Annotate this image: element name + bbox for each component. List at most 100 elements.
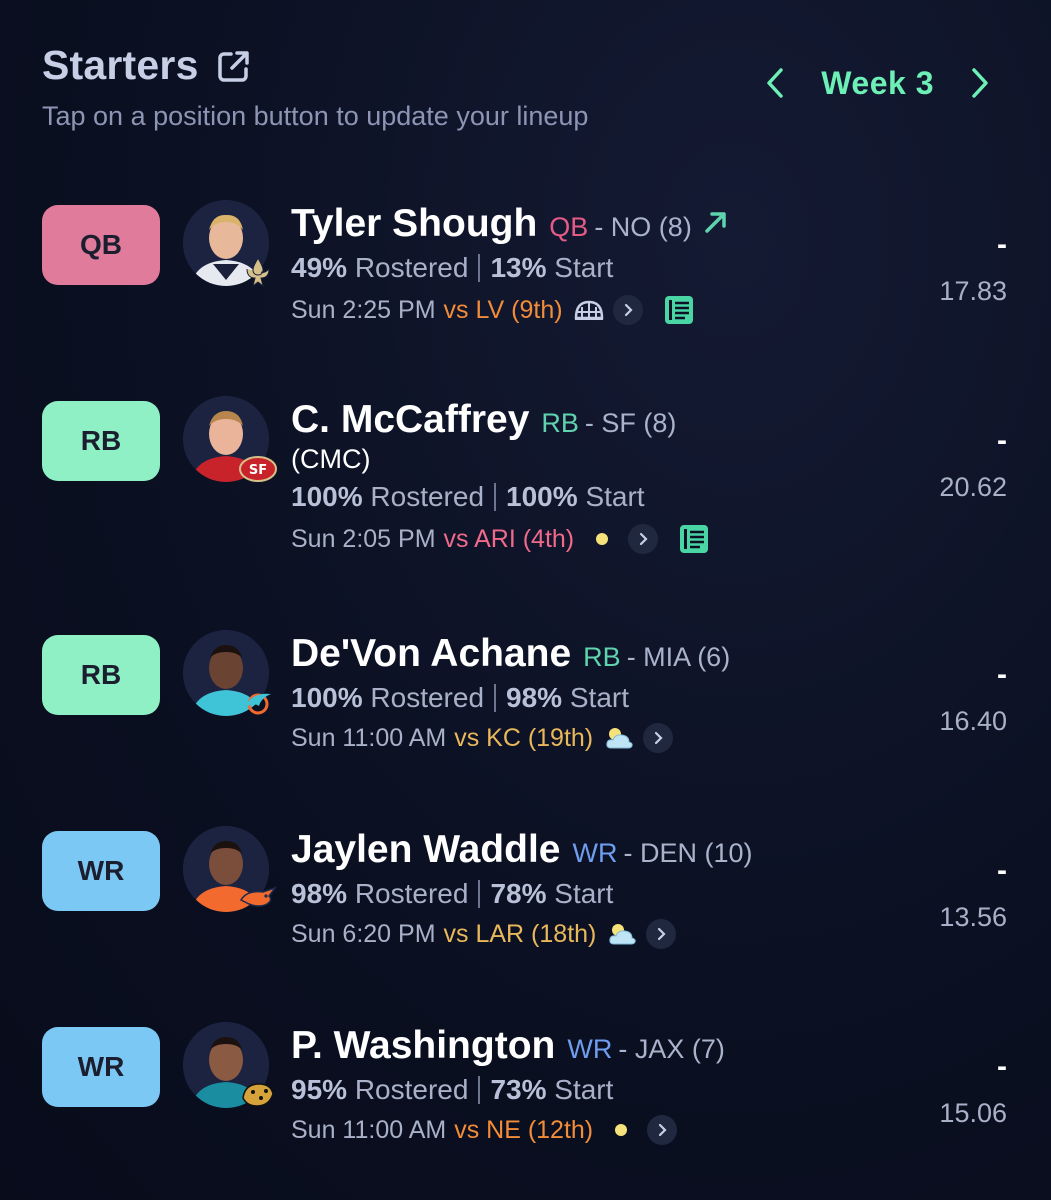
- rostered-label: Rostered: [370, 481, 485, 512]
- game-info: Sun 11:00 AM vs KC (19th): [291, 722, 730, 754]
- chevron-right-icon[interactable]: [964, 64, 994, 102]
- cloud-sun-icon: [603, 722, 635, 754]
- sun-icon: [588, 523, 620, 555]
- projected-points: 15.06: [939, 1098, 1007, 1128]
- roster-stats: 100% Rostered 98% Start: [291, 682, 730, 714]
- svg-text:SF: SF: [249, 463, 267, 478]
- game-info: Sun 6:20 PM vs LAR (18th): [291, 918, 752, 950]
- start-label: Start: [554, 252, 614, 283]
- roster-stats: 98% Rostered 78% Start: [291, 878, 752, 910]
- projected-points: 20.62: [939, 472, 1007, 502]
- rostered-pct: 100%: [291, 481, 363, 512]
- actual-points: -: [997, 424, 1007, 457]
- opponent-matchup: vs NE (12th): [454, 1115, 594, 1144]
- sun-icon: [607, 1114, 639, 1146]
- avatar: [183, 826, 277, 912]
- page-subtitle: Tap on a position button to update your …: [42, 101, 589, 131]
- position-button-rb[interactable]: RB: [42, 401, 160, 481]
- game-details-chevron-icon[interactable]: [647, 1115, 678, 1145]
- game-details-chevron-icon[interactable]: [646, 919, 677, 949]
- rostered-label: Rostered: [354, 1074, 469, 1105]
- player-position-tag: QB: [549, 212, 589, 242]
- opponent-matchup: vs LV (9th): [443, 295, 563, 324]
- start-pct: 78%: [490, 878, 547, 909]
- player-team: - NO (8): [594, 212, 692, 242]
- player-info: Jaylen Waddle WR - DEN (10) 98% Rostered…: [291, 828, 752, 950]
- player-name[interactable]: Tyler Shough: [291, 202, 537, 246]
- week-navigator: Week 3: [761, 64, 994, 102]
- player-position-tag: WR: [572, 838, 618, 868]
- player-team: - DEN (10): [623, 838, 753, 868]
- player-position-tag: WR: [567, 1034, 613, 1064]
- divider: [494, 684, 497, 712]
- chevron-left-icon[interactable]: [761, 64, 791, 102]
- projection: - 15.06: [939, 1050, 1007, 1129]
- player-name[interactable]: P. Washington: [291, 1024, 555, 1068]
- avatar: [183, 200, 270, 288]
- divider: [478, 1076, 481, 1104]
- rostered-pct: 100%: [291, 682, 363, 713]
- game-time: Sun 11:00 AM: [291, 1115, 447, 1144]
- start-label: Start: [569, 682, 629, 713]
- player-name[interactable]: C. McCaffrey: [291, 398, 529, 442]
- rostered-label: Rostered: [354, 878, 469, 909]
- game-info: Sun 2:25 PM vs LV (9th): [291, 292, 730, 328]
- dolphins-logo-icon: [244, 693, 271, 715]
- start-pct: 73%: [490, 1074, 547, 1105]
- game-time: Sun 11:00 AM: [291, 723, 447, 752]
- starters-header: Starters Tap on a position button to upd…: [42, 42, 1022, 142]
- position-button-wr[interactable]: WR: [42, 1027, 160, 1107]
- player-info: C. McCaffrey RB - SF (8) (CMC) 100% Rost…: [291, 398, 712, 557]
- player-info: De'Von Achane RB - MIA (6) 100% Rostered…: [291, 632, 730, 754]
- share-icon[interactable]: [215, 47, 253, 85]
- rostered-pct: 49%: [291, 252, 348, 283]
- week-label: Week 3: [821, 64, 934, 101]
- cloud-sun-icon: [606, 918, 638, 950]
- avatar: [183, 1022, 274, 1108]
- game-details-chevron-icon[interactable]: [612, 295, 643, 325]
- actual-points: -: [997, 658, 1007, 691]
- start-pct: 98%: [506, 682, 563, 713]
- page-title: Starters: [42, 42, 199, 88]
- player-name[interactable]: Jaylen Waddle: [291, 828, 560, 872]
- game-info: Sun 2:05 PM vs ARI (4th): [291, 521, 712, 557]
- player-info: P. Washington WR - JAX (7) 95% Rostered 7…: [291, 1024, 725, 1146]
- game-time: Sun 2:05 PM: [291, 524, 436, 553]
- divider: [478, 880, 481, 908]
- projected-points: 17.83: [939, 276, 1007, 306]
- rostered-pct: 98%: [291, 878, 348, 909]
- projection: - 17.83: [939, 228, 1007, 307]
- position-button-wr[interactable]: WR: [42, 831, 160, 911]
- game-time: Sun 6:20 PM: [291, 919, 436, 948]
- news-icon[interactable]: [676, 521, 712, 557]
- opponent-matchup: vs LAR (18th): [443, 919, 597, 948]
- player-name[interactable]: De'Von Achane: [291, 632, 571, 676]
- projection: - 20.62: [939, 424, 1007, 503]
- actual-points: -: [997, 854, 1007, 887]
- divider: [478, 254, 481, 282]
- trending-up-icon: [702, 208, 730, 236]
- player-nickname: (CMC): [291, 444, 371, 474]
- position-button-qb[interactable]: QB: [42, 205, 160, 285]
- start-label: Start: [554, 878, 614, 909]
- player-team: - JAX (7): [618, 1034, 725, 1064]
- roster-stats: 100% Rostered 100% Start: [291, 481, 712, 513]
- actual-points: -: [997, 228, 1007, 261]
- projection: - 13.56: [939, 854, 1007, 933]
- rostered-label: Rostered: [354, 252, 469, 283]
- opponent-matchup: vs KC (19th): [454, 723, 594, 752]
- broncos-logo-icon: [239, 886, 277, 907]
- game-info: Sun 11:00 AM vs NE (12th): [291, 1114, 725, 1146]
- jaguars-logo-icon: [242, 1083, 274, 1107]
- game-details-chevron-icon[interactable]: [643, 723, 674, 753]
- actual-points: -: [997, 1050, 1007, 1083]
- divider: [494, 483, 497, 511]
- news-icon[interactable]: [661, 292, 697, 328]
- game-time: Sun 2:25 PM: [291, 295, 436, 324]
- player-info: Tyler Shough QB - NO (8) 49% Rostered 13%…: [291, 202, 730, 328]
- avatar: SF: [183, 396, 277, 482]
- rostered-label: Rostered: [370, 682, 485, 713]
- projected-points: 16.40: [939, 706, 1007, 736]
- position-button-rb[interactable]: RB: [42, 635, 160, 715]
- game-details-chevron-icon[interactable]: [628, 524, 659, 554]
